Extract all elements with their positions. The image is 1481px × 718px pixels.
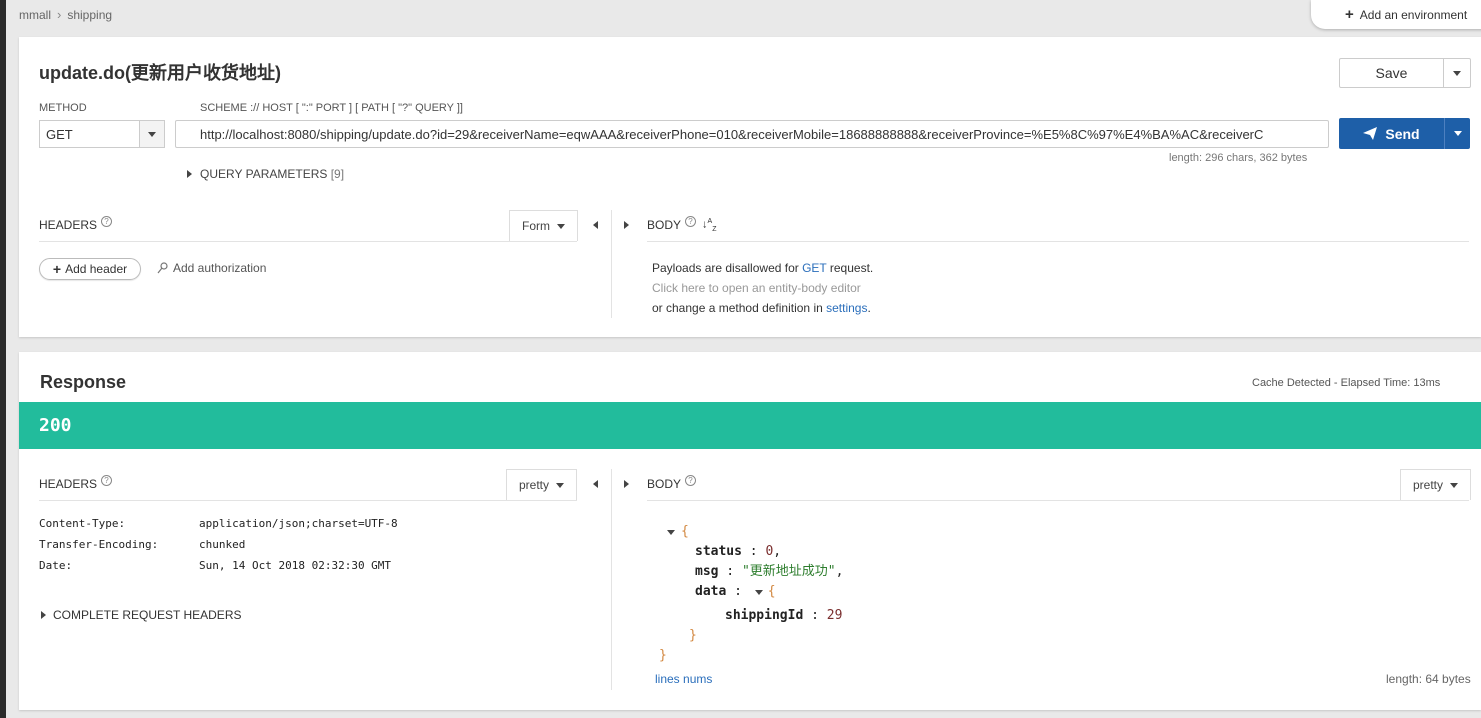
settings-link[interactable]: settings [826,301,867,315]
breadcrumb-current[interactable]: shipping [67,8,112,22]
chevron-right-icon: › [57,7,62,22]
query-parameters-label: QUERY PARAMETERS [9] [200,167,345,181]
expand-right-icon[interactable] [624,221,629,229]
headers-label: HEADERS [39,477,98,491]
response-body-header: BODY ? [647,474,697,491]
url-label: SCHEME :// HOST [ ":" PORT ] [ PATH [ "?… [200,102,463,114]
header-row: Transfer-Encoding: chunked [39,538,246,551]
vertical-divider [611,469,612,690]
expand-right-icon[interactable] [624,480,629,488]
headers-format-value: pretty [519,478,550,492]
complete-request-headers-label: COMPLETE REQUEST HEADERS [53,608,242,622]
method-dropdown-button[interactable] [139,121,164,147]
breadcrumb: mmall › shipping [19,7,112,22]
collapse-left-icon[interactable] [593,480,598,488]
response-length-info: length: 64 bytes [1386,672,1471,686]
url-input[interactable]: http://localhost:8080/shipping/update.do… [175,120,1329,148]
response-headers-list: Content-Type: application/json;charset=UT… [39,517,398,580]
send-button-group: Send [1339,118,1470,149]
plus-icon: + [1345,6,1354,23]
vertical-divider [611,210,612,318]
method-value: GET [46,126,73,142]
method-label: METHOD [39,102,87,114]
body-label: BODY [647,477,682,491]
open-body-editor-link[interactable]: Click here to open an entity-body editor [652,278,873,298]
headers-mode-dropdown[interactable]: Form [509,210,578,241]
request-card: update.do(更新用户收货地址) Save METHOD SCHEME :… [19,37,1481,337]
send-options-button[interactable] [1445,118,1470,149]
response-title: Response [40,372,127,392]
headers-label: HEADERS [39,218,98,232]
help-icon[interactable]: ? [101,474,113,486]
divider [647,241,1469,242]
help-icon[interactable]: ? [685,215,697,227]
collapse-icon[interactable] [754,590,763,595]
add-header-button[interactable]: + Add header [39,258,141,280]
help-icon[interactable]: ? [685,474,697,486]
sort-icon[interactable]: ↓AZ [702,218,716,233]
save-button[interactable]: Save [1340,59,1444,87]
url-length-info: length: 296 chars, 362 bytes [1169,152,1308,164]
save-button-group: Save [1339,58,1471,88]
response-card: Response Cache Detected - Elapsed Time: … [19,352,1481,710]
body-disallowed-message: Payloads are disallowed for GET request.… [652,261,874,315]
chevron-down-icon [557,223,565,229]
divider [647,500,1469,501]
plus-icon: + [52,261,62,277]
body-format-value: pretty [1413,478,1444,492]
divider [39,500,577,501]
header-row: Date: Sun, 14 Oct 2018 02:32:30 GMT [39,559,392,572]
chevron-down-icon [1453,70,1461,76]
json-viewer: { status : 0, msg : "更新地址成功", data : { s… [659,524,844,663]
response-headers-header: HEADERS ? [39,474,113,491]
request-title[interactable]: update.do(更新用户收货地址) [39,59,281,85]
status-code-bar: 200 [19,402,1481,449]
chevron-down-icon [1453,131,1462,136]
method-link[interactable]: GET [802,261,826,275]
chevron-down-icon [148,131,156,137]
headers-format-dropdown[interactable]: pretty [506,469,578,500]
query-parameters-toggle[interactable]: QUERY PARAMETERS [9] [187,167,344,181]
request-headers-header: HEADERS ? [39,215,113,232]
collapse-icon[interactable] [667,530,675,535]
request-body-header: BODY ? ↓AZ [647,215,716,233]
add-authorization-label: Add authorization [173,261,267,275]
add-environment-button[interactable]: + Add an environment [1311,0,1481,29]
divider [39,241,577,242]
left-edge-bar [0,0,6,718]
headers-mode-value: Form [522,219,550,233]
paper-plane-icon [1363,127,1378,140]
body-label: BODY [647,218,682,233]
add-header-label: Add header [65,262,128,276]
send-label: Send [1385,125,1420,142]
add-authorization-button[interactable]: Add authorization [157,261,266,275]
chevron-right-icon [187,170,192,178]
collapse-left-icon[interactable] [593,221,598,229]
chevron-down-icon [1450,482,1459,488]
line-numbers-toggle[interactable]: lines nums [655,672,712,686]
chevron-right-icon [41,611,46,619]
send-button[interactable]: Send [1339,118,1445,149]
header-row: Content-Type: application/json;charset=UT… [39,517,398,530]
key-icon [157,262,168,274]
method-select[interactable]: GET [39,120,165,148]
complete-request-headers-toggle[interactable]: COMPLETE REQUEST HEADERS [41,608,241,622]
chevron-down-icon [556,482,565,488]
save-options-button[interactable] [1444,59,1470,87]
help-icon[interactable]: ? [101,215,113,227]
add-environment-label: Add an environment [1359,7,1468,22]
breadcrumb-root[interactable]: mmall [19,8,51,22]
body-format-dropdown[interactable]: pretty [1400,469,1472,500]
cache-info: Cache Detected - Elapsed Time: 13ms [1252,377,1441,389]
